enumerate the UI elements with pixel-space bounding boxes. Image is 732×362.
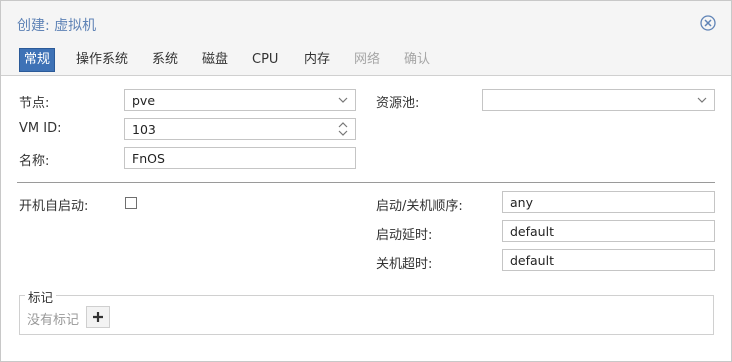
close-icon[interactable]	[700, 15, 716, 31]
tags-fieldset	[19, 295, 714, 335]
shutdown-timeout-input[interactable]: default	[502, 249, 715, 271]
node-select[interactable]: pve	[124, 89, 356, 111]
node-value: pve	[132, 93, 156, 108]
pool-select[interactable]	[482, 89, 715, 111]
vmid-label: VM ID:	[19, 121, 62, 136]
chevron-down-icon[interactable]	[337, 94, 349, 106]
tab-general[interactable]: 常规	[19, 48, 56, 72]
startup-order-label: 启动/关机顺序:	[376, 199, 463, 214]
startup-order-value: any	[510, 195, 533, 210]
name-label: 名称:	[19, 154, 50, 169]
tab-confirm: 确认	[404, 52, 431, 67]
name-input[interactable]: FnOS	[124, 147, 356, 169]
spinner-updown-icon[interactable]	[337, 121, 349, 137]
name-value: FnOS	[132, 151, 165, 166]
startup-delay-value: default	[510, 224, 554, 239]
chevron-down-icon[interactable]	[696, 94, 708, 106]
plus-icon	[93, 312, 103, 322]
create-vm-dialog: 创建: 虚拟机 常规 操作系统 系统 磁盘 CPU 内存 网络 确认 节点: p…	[0, 0, 732, 362]
tab-cpu[interactable]: CPU	[248, 49, 282, 71]
startup-order-input[interactable]: any	[502, 191, 715, 213]
shutdown-timeout-value: default	[510, 253, 554, 268]
section-divider	[17, 182, 715, 183]
pool-label: 资源池:	[376, 96, 420, 111]
tab-os[interactable]: 操作系统	[72, 49, 132, 71]
startup-delay-label: 启动延时:	[376, 228, 433, 243]
vmid-spinner[interactable]: 103	[124, 118, 356, 140]
tab-network: 网络	[354, 52, 381, 67]
no-tags-text: 没有标记	[27, 313, 80, 328]
tab-disk[interactable]: 磁盘	[198, 49, 232, 71]
onboot-label: 开机自启动:	[19, 199, 89, 214]
add-tag-button[interactable]	[86, 306, 110, 328]
vmid-value: 103	[132, 122, 156, 137]
startup-delay-input[interactable]: default	[502, 220, 715, 242]
onboot-checkbox[interactable]	[125, 197, 137, 209]
dialog-header: 创建: 虚拟机 常规 操作系统 系统 磁盘 CPU 内存 网络 确认	[1, 1, 731, 76]
tab-memory[interactable]: 内存	[300, 49, 334, 71]
node-label: 节点:	[19, 96, 50, 111]
tab-system[interactable]: 系统	[148, 49, 182, 71]
shutdown-timeout-label: 关机超时:	[376, 257, 433, 272]
dialog-title: 创建: 虚拟机	[17, 18, 97, 34]
tags-legend: 标记	[25, 287, 57, 306]
